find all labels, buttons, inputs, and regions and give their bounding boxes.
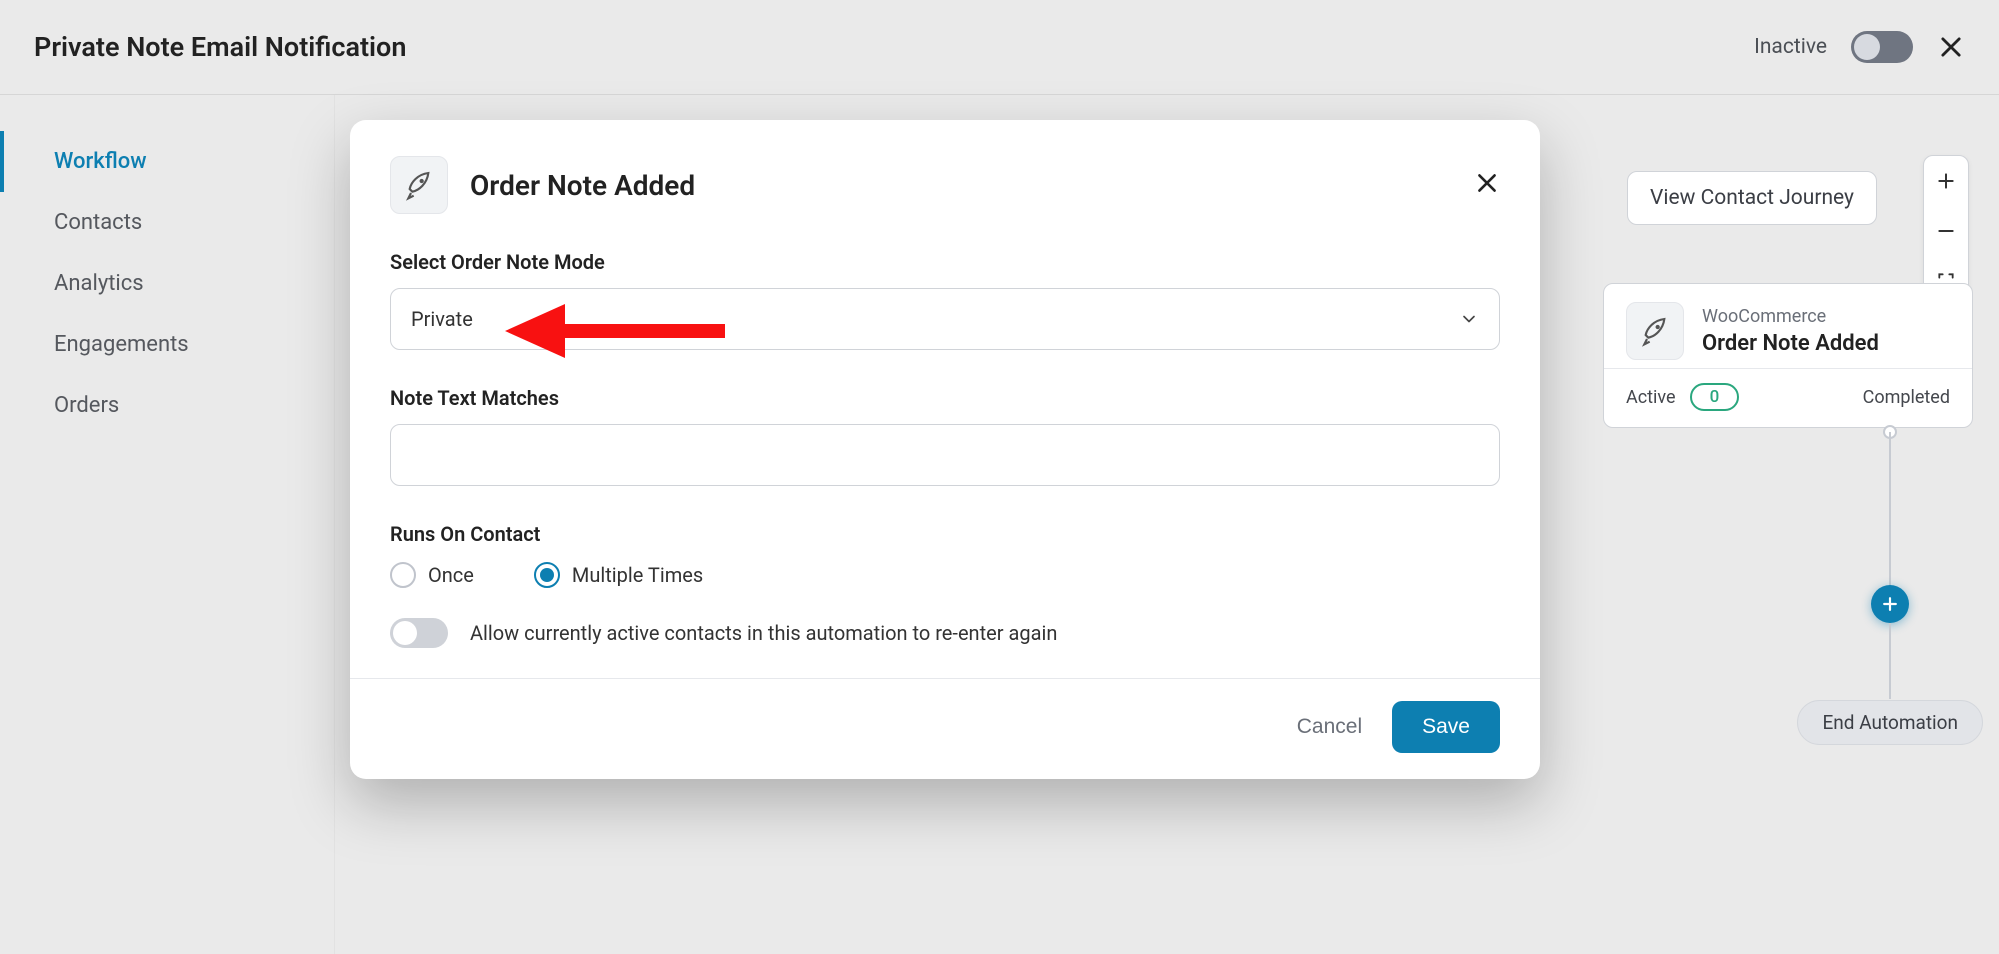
trigger-active-label: Active [1626, 387, 1676, 408]
add-step-button[interactable] [1871, 585, 1909, 623]
trigger-card[interactable]: WooCommerce Order Note Added Active 0 Co… [1603, 283, 1973, 428]
plus-icon [1880, 594, 1900, 614]
sidebar: Workflow Contacts Analytics Engagements … [0, 95, 335, 954]
trigger-completed-label: Completed [1863, 387, 1950, 408]
zoom-out-button[interactable] [1924, 206, 1968, 256]
minus-icon [1936, 221, 1956, 241]
note-text-matches-input[interactable] [390, 424, 1500, 486]
journey-connector-line-2 [1889, 623, 1891, 699]
status-label: Inactive [1754, 35, 1827, 59]
trigger-icon-box [1626, 302, 1684, 360]
cancel-button[interactable]: Cancel [1297, 715, 1362, 739]
sidebar-item-contacts[interactable]: Contacts [0, 192, 334, 253]
order-note-mode-select[interactable]: Private [390, 288, 1500, 350]
reenter-toggle-label: Allow currently active contacts in this … [470, 621, 1057, 645]
rocket-icon [1639, 315, 1671, 347]
modal-header: Order Note Added [390, 156, 1500, 214]
trigger-texts: WooCommerce Order Note Added [1702, 306, 1879, 356]
reenter-toggle[interactable] [390, 618, 448, 648]
sidebar-item-workflow[interactable]: Workflow [0, 131, 334, 192]
end-automation-node[interactable]: End Automation [1797, 700, 1983, 745]
sidebar-item-engagements[interactable]: Engagements [0, 314, 334, 375]
sidebar-item-analytics[interactable]: Analytics [0, 253, 334, 314]
page-title: Private Note Email Notification [34, 31, 406, 63]
plus-icon [1936, 171, 1956, 191]
modal-close-button[interactable] [1474, 170, 1500, 200]
text-match-field-label: Note Text Matches [390, 386, 1500, 410]
journey-connector-line [1889, 432, 1891, 587]
reenter-toggle-row: Allow currently active contacts in this … [390, 618, 1500, 648]
topbar: Private Note Email Notification Inactive [0, 0, 1999, 95]
zoom-in-button[interactable] [1924, 156, 1968, 206]
trigger-meta: Active 0 Completed [1604, 368, 1972, 427]
activation-toggle[interactable] [1851, 31, 1913, 63]
save-button[interactable]: Save [1392, 701, 1500, 753]
chevron-down-icon [1459, 309, 1479, 329]
sidebar-item-orders[interactable]: Orders [0, 375, 334, 436]
modal-icon-box [390, 156, 448, 214]
radio-indicator [390, 562, 416, 588]
trigger-source: WooCommerce [1702, 306, 1879, 327]
trigger-title: Order Note Added [1702, 331, 1879, 356]
runs-once-radio[interactable]: Once [390, 562, 474, 588]
runs-on-contact-radios: Once Multiple Times [390, 562, 1500, 588]
modal-title: Order Note Added [470, 169, 695, 202]
trigger-active-count: 0 [1690, 383, 1740, 411]
rocket-icon [403, 169, 435, 201]
close-icon [1474, 170, 1500, 196]
runs-multiple-label: Multiple Times [572, 563, 703, 587]
trigger-card-header: WooCommerce Order Note Added [1604, 284, 1972, 368]
runs-on-contact-label: Runs On Contact [390, 522, 1500, 546]
close-icon [1937, 33, 1965, 61]
trigger-settings-modal: Order Note Added Select Order Note Mode … [350, 120, 1540, 779]
modal-footer: Cancel Save [350, 678, 1540, 779]
mode-field-label: Select Order Note Mode [390, 250, 1500, 274]
topbar-right: Inactive [1754, 31, 1965, 63]
close-page-button[interactable] [1937, 33, 1965, 61]
runs-multiple-radio[interactable]: Multiple Times [534, 562, 703, 588]
view-contact-journey-button[interactable]: View Contact Journey [1627, 171, 1877, 225]
radio-indicator [534, 562, 560, 588]
runs-once-label: Once [428, 563, 474, 587]
order-note-mode-value: Private [411, 307, 473, 331]
